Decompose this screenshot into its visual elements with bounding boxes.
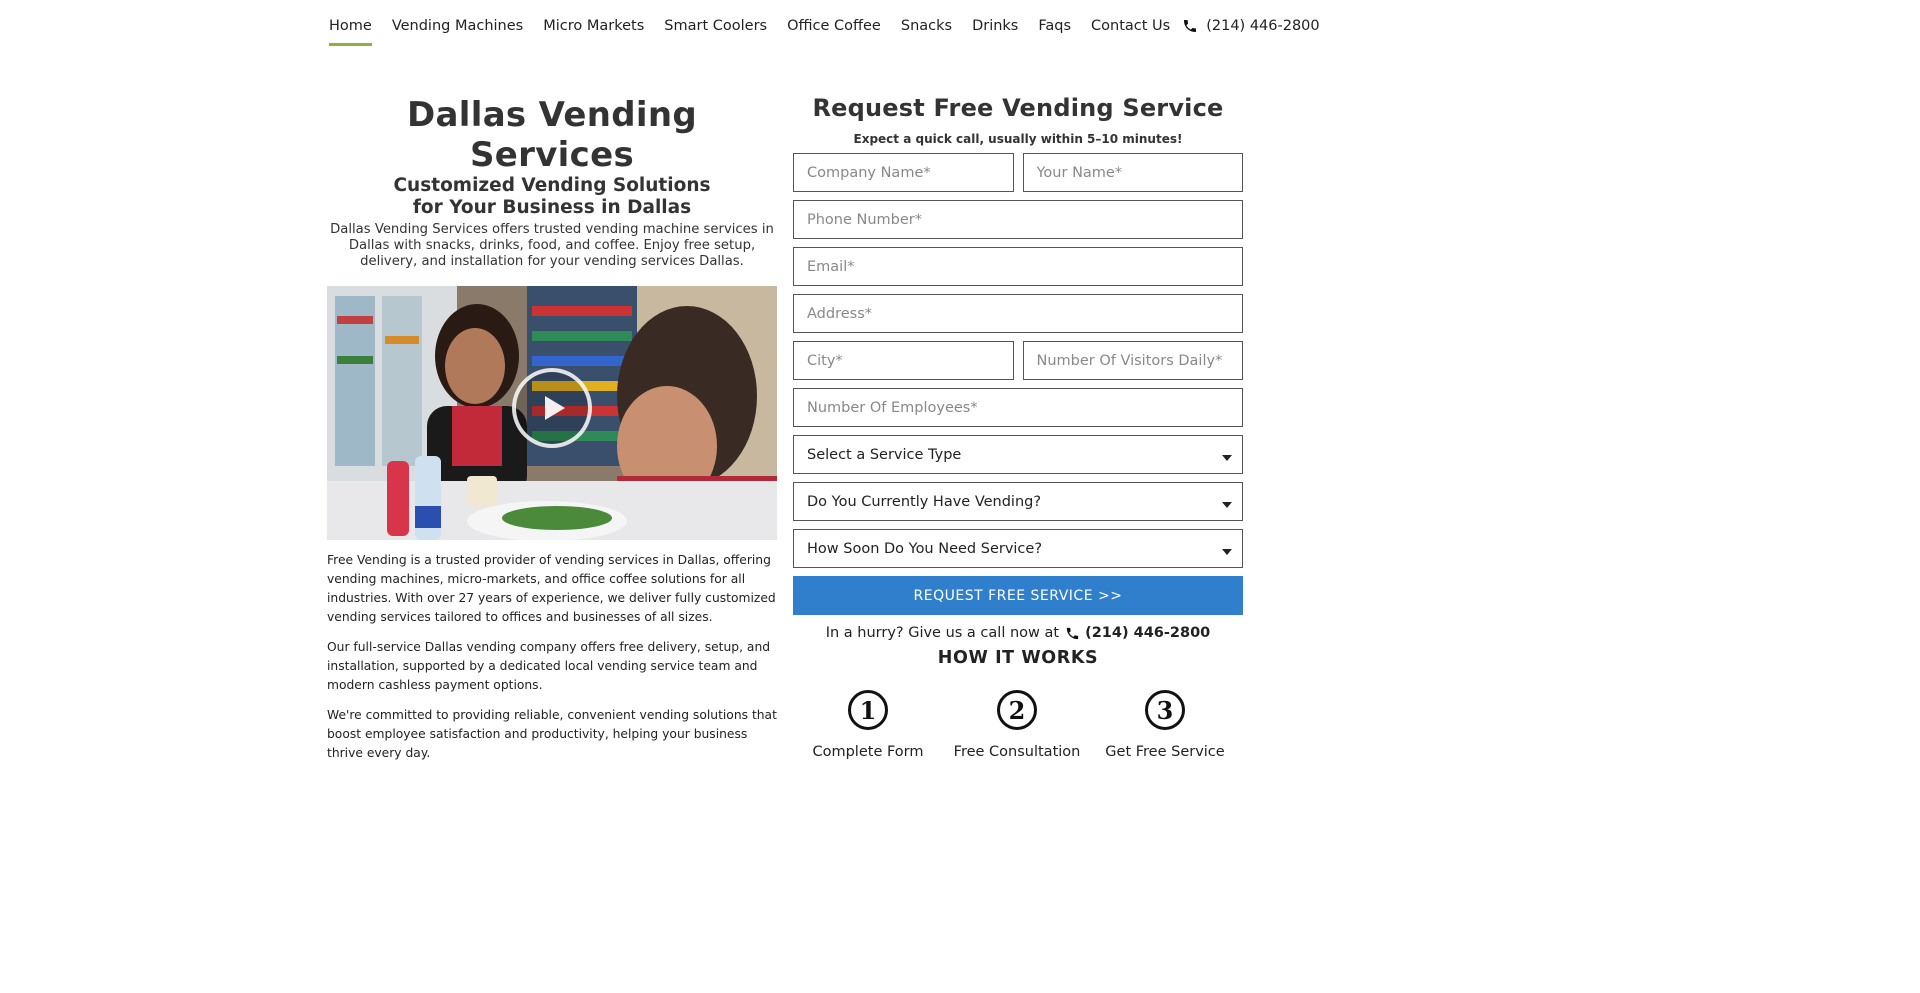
intro-paragraph-1: Free Vending is a trusted provider of ve… <box>327 553 776 624</box>
form-row-email <box>793 247 1243 286</box>
service-type-select[interactable]: Select a Service Type <box>793 435 1243 474</box>
form-title: Request Free Vending Service <box>812 94 1224 122</box>
form-row-how-soon: How Soon Do You Need Service? <box>793 529 1243 568</box>
city-field[interactable] <box>793 341 1014 380</box>
step-3: 3 Get Free Service <box>1090 690 1240 760</box>
step-number-icon: 3 <box>1145 690 1185 730</box>
phone-icon <box>1066 627 1079 639</box>
intro-paragraph-2: Our full-service Dallas vending company … <box>327 640 771 692</box>
phone-icon <box>1184 20 1197 32</box>
email-field[interactable] <box>793 247 1243 286</box>
chevron-down-icon <box>1222 548 1232 555</box>
hurry-text: In a hurry? Give us a call now at <box>825 625 1060 641</box>
page-title: Dallas Vending Services <box>407 95 697 175</box>
step-label: Get Free Service <box>1105 744 1225 760</box>
nav-smart-coolers[interactable]: Smart Coolers <box>664 16 767 46</box>
visitors-daily-field[interactable] <box>1022 341 1243 380</box>
nav-phone-number: (214) 446-2800 <box>1206 18 1320 34</box>
nav-contact-us[interactable]: Contact Us <box>1091 16 1170 46</box>
step-label: Free Consultation <box>953 744 1081 760</box>
step-number-icon: 1 <box>848 690 888 730</box>
chevron-down-icon <box>1222 454 1232 461</box>
nav-faqs[interactable]: Faqs <box>1038 16 1071 46</box>
current-vending-select[interactable]: Do You Currently Have Vending? <box>793 482 1243 521</box>
request-free-service-button[interactable]: REQUEST FREE SERVICE >> <box>793 576 1243 615</box>
video-player[interactable] <box>327 286 777 540</box>
hurry-callout: In a hurry? Give us a call now at (214) … <box>793 625 1243 641</box>
your-name-field[interactable] <box>1022 153 1243 192</box>
how-soon-value: How Soon Do You Need Service? <box>807 540 1043 557</box>
service-type-value: Select a Service Type <box>807 446 962 463</box>
form-row-address <box>793 294 1243 333</box>
intro-paragraph-3: We're committed to providing reliable, c… <box>327 708 777 760</box>
nav-home[interactable]: Home <box>329 16 372 46</box>
form-row-service-type: Select a Service Type <box>793 435 1243 474</box>
step-1: 1 Complete Form <box>793 690 943 760</box>
step-label: Complete Form <box>812 744 924 760</box>
step-number-icon: 2 <box>997 690 1037 730</box>
current-vending-value: Do You Currently Have Vending? <box>807 493 1042 510</box>
form-row-employees <box>793 388 1243 427</box>
how-it-works-title: HOW IT WORKS <box>937 648 1099 668</box>
form-row-city-visitors <box>793 341 1243 380</box>
nav-micro-markets[interactable]: Micro Markets <box>543 16 644 46</box>
play-icon[interactable] <box>512 368 592 448</box>
how-soon-select[interactable]: How Soon Do You Need Service? <box>793 529 1243 568</box>
company-name-field[interactable] <box>793 153 1014 192</box>
hero-description: Dallas Vending Services offers trusted v… <box>330 222 774 269</box>
form-row-phone <box>793 200 1243 239</box>
page-subtitle: Customized Vending Solutions for Your Bu… <box>393 175 711 218</box>
nav-office-coffee[interactable]: Office Coffee <box>787 16 881 46</box>
step-2: 2 Free Consultation <box>942 690 1092 760</box>
nav-snacks[interactable]: Snacks <box>901 16 952 46</box>
form-tagline: Expect a quick call, usually within 5–10… <box>853 132 1183 146</box>
chevron-down-icon <box>1222 501 1232 508</box>
how-it-works-steps: 1 Complete Form 2 Free Consultation 3 Ge… <box>793 690 1243 770</box>
form-row-company-name <box>793 153 1243 192</box>
nav-drinks[interactable]: Drinks <box>972 16 1018 46</box>
hero-section: Dallas Vending Services Customized Vendi… <box>327 95 777 763</box>
phone-number-field[interactable] <box>793 200 1243 239</box>
employees-field[interactable] <box>793 388 1243 427</box>
address-field[interactable] <box>793 294 1243 333</box>
form-row-current-vending: Do You Currently Have Vending? <box>793 482 1243 521</box>
nav-phone-link[interactable]: (214) 446-2800 <box>1182 16 1320 36</box>
main-nav: Home Vending Machines Micro Markets Smar… <box>329 16 1320 46</box>
hurry-phone-link[interactable]: (214) 446-2800 <box>1085 625 1210 641</box>
request-form-section: Request Free Vending Service Expect a qu… <box>793 92 1243 760</box>
nav-vending-machines[interactable]: Vending Machines <box>392 16 523 46</box>
